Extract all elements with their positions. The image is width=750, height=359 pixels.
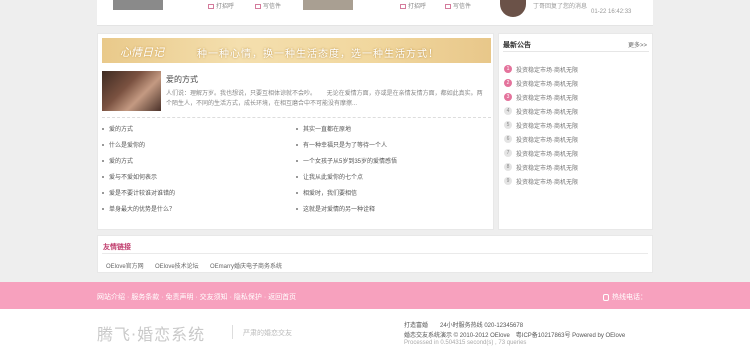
article-thumbnail[interactable] xyxy=(102,71,161,111)
greet-icon xyxy=(400,3,406,9)
greet-button[interactable]: 打招呼 xyxy=(400,1,426,10)
divider xyxy=(503,51,649,52)
member-photo[interactable] xyxy=(303,0,353,10)
announcements-title: 最新公告 xyxy=(503,42,531,49)
greet-icon xyxy=(208,3,214,9)
friend-link[interactable]: OElove技术论坛 xyxy=(155,261,199,270)
announcement-item[interactable]: 6 投资稳定市场·商机无限 xyxy=(504,132,578,146)
announcement-label: 投资稳定市场·商机无限 xyxy=(516,137,578,144)
more-link[interactable]: 更多>> xyxy=(628,40,647,49)
list-item[interactable]: 相爱时，我们要相信 xyxy=(296,188,357,197)
rank-badge: 9 xyxy=(504,177,512,185)
announcement-label: 投资稳定市场·商机无限 xyxy=(516,81,578,88)
message-button[interactable]: 写信件 xyxy=(445,1,471,10)
diary-panel: 心情日记 种一种心情，换一种生活态度，选一种生活方式！ 爱的方式 人们说：理解万… xyxy=(97,33,494,230)
rank-badge: 2 xyxy=(504,79,512,87)
rank-badge: 7 xyxy=(504,149,512,157)
footer-copyright: 婚恋交友系统演示 © 2010-2012 OElove 粤ICP备1021786… xyxy=(404,333,626,339)
divider xyxy=(102,117,491,118)
hotline: 热线电话： xyxy=(603,292,647,302)
status-date: 01-22 16:42:33 xyxy=(591,9,632,15)
top-strip: 打招呼 写信件 打招呼 写信件 丁哥回复了您的消息 01-22 16:42:33 xyxy=(97,0,653,26)
announcement-label: 投资稳定市场·商机无限 xyxy=(516,179,578,186)
footer-nav-bar: 网站介绍 · 服务条款 · 免责声明 · 交友须知 · 隐私保护 · 返回首页 … xyxy=(0,282,750,309)
friend-link[interactable]: OEmarry婚庆电子商务系统 xyxy=(210,261,282,270)
mail-icon xyxy=(255,3,261,9)
announcement-label: 投资稳定市场·商机无限 xyxy=(516,67,578,74)
list-item[interactable]: 单身最大的优势是什么？ xyxy=(102,204,175,213)
announcement-item[interactable]: 8 投资稳定市场·商机无限 xyxy=(504,160,578,174)
announcement-label: 投资稳定市场·商机无限 xyxy=(516,109,578,116)
list-item[interactable]: 一个女孩子从5岁到35岁的爱情感悟 xyxy=(296,156,397,165)
footer-hotline: 打造富婚 24小时服务热线 020-12345678 xyxy=(404,323,524,329)
announcement-list: 1 投资稳定市场·商机无限 2 投资稳定市场·商机无限 3 投资稳定市场·商机无限 4… xyxy=(504,62,578,188)
article-title[interactable]: 爱的方式 xyxy=(166,74,198,85)
divider xyxy=(102,253,648,254)
rank-badge: 3 xyxy=(504,93,512,101)
list-item[interactable]: 爱的方式 xyxy=(102,156,133,165)
announcement-item[interactable]: 9 投资稳定市场·商机无限 xyxy=(504,174,578,188)
list-item[interactable]: 爱是不要计较谁对谁错的 xyxy=(102,188,175,197)
announcement-label: 投资稳定市场·商机无限 xyxy=(516,151,578,158)
announcement-item[interactable]: 5 投资稳定市场·商机无限 xyxy=(504,118,578,132)
announcement-item[interactable]: 3 投资稳定市场·商机无限 xyxy=(504,90,578,104)
mail-icon xyxy=(445,3,451,9)
rank-badge: 1 xyxy=(504,65,512,73)
announcement-label: 投资稳定市场·商机无限 xyxy=(516,123,578,130)
diary-banner[interactable]: 心情日记 种一种心情，换一种生活态度，选一种生活方式！ xyxy=(102,38,491,63)
rank-badge: 6 xyxy=(504,135,512,143)
rank-badge: 8 xyxy=(504,163,512,171)
banner-brand: 心情日记 xyxy=(120,47,164,59)
announcement-item[interactable]: 4 投资稳定市场·商机无限 xyxy=(504,104,578,118)
announcement-label: 投资稳定市场·商机无限 xyxy=(516,95,578,102)
divider xyxy=(232,325,233,339)
announcement-item[interactable]: 1 投资稳定市场·商机无限 xyxy=(504,62,578,76)
list-item[interactable]: 爱与不爱如何表示 xyxy=(102,172,157,181)
article-summary: 人们说：理解万岁。我也想说，只要互相体谅就不会吵。 无论在爱情方面，亦或是在亲情… xyxy=(166,91,483,107)
site-logo[interactable]: 腾飞·婚恋系统 xyxy=(97,321,205,345)
rank-badge: 5 xyxy=(504,121,512,129)
list-item[interactable]: 其实一直都在原地 xyxy=(296,124,351,133)
list-item[interactable]: 让我从此爱你的七个点 xyxy=(296,172,363,181)
friend-links-title: 友情链接 xyxy=(103,244,131,251)
phone-icon xyxy=(603,293,609,301)
announcement-item[interactable]: 2 投资稳定市场·商机无限 xyxy=(504,76,578,90)
announcement-label: 投资稳定市场·商机无限 xyxy=(516,165,578,172)
rank-badge: 4 xyxy=(504,107,512,115)
friend-links-panel: 友情链接 OElove官方网 OElove技术论坛 OEmarry婚庆电子商务系… xyxy=(97,235,653,273)
member-photo[interactable] xyxy=(113,0,163,10)
status-line: 丁哥回复了您的消息 xyxy=(533,4,588,10)
site-slogan: 严肃的婚恋交友 xyxy=(243,330,292,337)
list-item[interactable]: 有一种幸福只是为了等待一个人 xyxy=(296,140,387,149)
avatar[interactable] xyxy=(500,0,526,17)
list-item[interactable]: 什么是爱你的 xyxy=(102,140,145,149)
friend-link[interactable]: OElove官方网 xyxy=(106,261,144,270)
greet-button[interactable]: 打招呼 xyxy=(208,1,234,10)
list-item[interactable]: 爱的方式 xyxy=(102,124,133,133)
footer-processed: Processed in 0.504315 second(s) , 73 que… xyxy=(404,340,527,346)
announcement-item[interactable]: 7 投资稳定市场·商机无限 xyxy=(504,146,578,160)
site-footer: 腾飞·婚恋系统 严肃的婚恋交友 打造富婚 24小时服务热线 020-123456… xyxy=(0,309,750,359)
footer-nav-links[interactable]: 网站介绍 · 服务条款 · 免责声明 · 交友须知 · 隐私保护 · 返回首页 xyxy=(97,292,296,302)
announcements-panel: 最新公告 更多>> 1 投资稳定市场·商机无限 2 投资稳定市场·商机无限 3 投资稳… xyxy=(498,33,653,230)
message-button[interactable]: 写信件 xyxy=(255,1,281,10)
banner-tagline: 种一种心情，换一种生活态度，选一种生活方式！ xyxy=(197,49,439,60)
list-item[interactable]: 这就是对爱情的另一种诠释 xyxy=(296,204,375,213)
